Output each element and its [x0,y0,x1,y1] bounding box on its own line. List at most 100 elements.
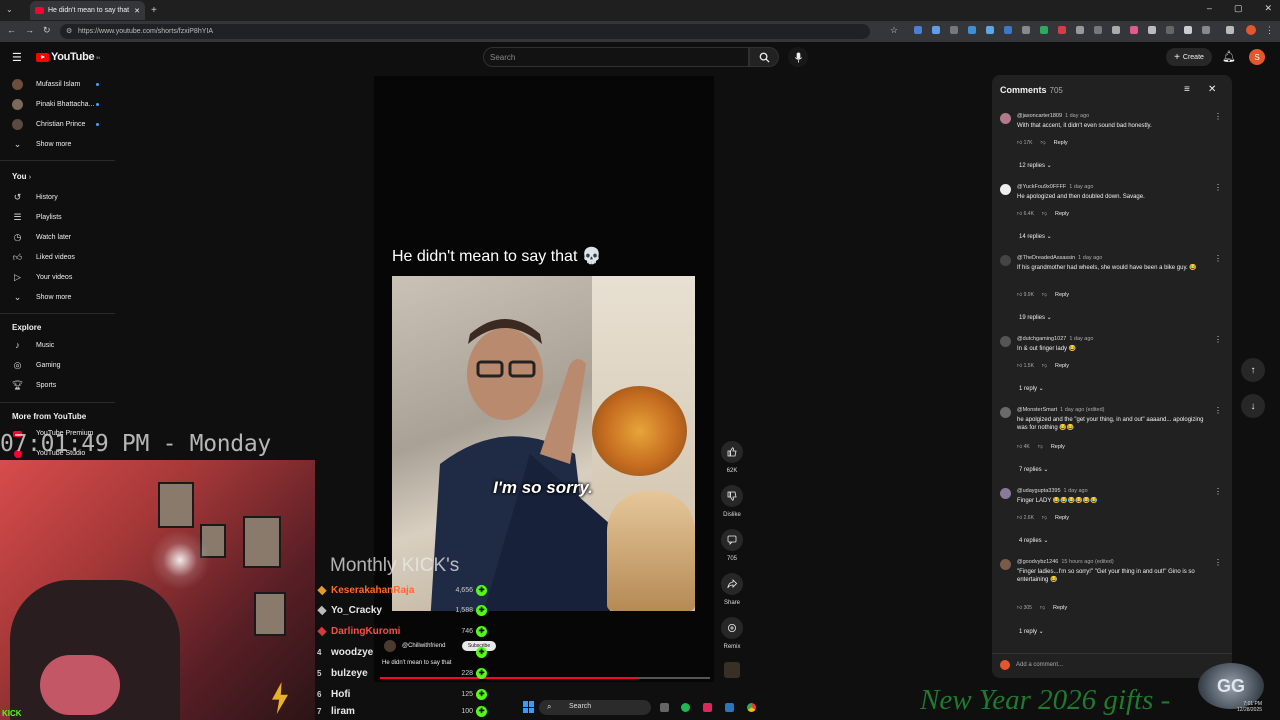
sidebar-item-history[interactable]: ↺ History [0,187,115,207]
comment-author[interactable]: @udaygupta3395 1 day ago [1017,488,1088,494]
chrome-icon[interactable] [747,703,756,712]
voice-search-button[interactable] [788,47,808,67]
sidebar-show-more-subscriptions[interactable]: ⌄ Show more [0,134,115,154]
new-tab-icon[interactable]: + [151,5,157,16]
like-comment-button[interactable]: 👍︎ 305 [1017,605,1032,611]
dislike-comment-icon[interactable]: 👎︎ [1038,444,1043,450]
dislike-button[interactable]: Dislike [720,485,744,518]
sidebar-item-gaming[interactable]: ◎ Gaming [0,355,115,375]
browser-menu-icon[interactable]: ⋮ [1265,25,1274,36]
comment-author[interactable]: @goodvybz1246 15 hours ago (edited) [1017,559,1114,565]
profile-avatar-icon[interactable] [1246,25,1256,35]
more-options-icon[interactable]: ⋮ [1214,183,1222,192]
remix-button[interactable]: Remix [720,617,744,650]
sidebar-item-pinaki-bhattacharya[interactable]: Pinaki Bhattacha... [0,94,115,114]
like-button[interactable]: 62K [720,441,744,474]
extension-icon[interactable] [932,26,940,34]
dislike-comment-icon[interactable]: 👎︎ [1041,140,1046,146]
extension-icon[interactable] [1166,26,1174,34]
comments-button[interactable]: 705 [720,529,744,562]
task-view-icon[interactable] [660,703,669,712]
download-icon[interactable] [1226,26,1234,34]
reply-button[interactable]: Reply [1053,605,1067,611]
reply-button[interactable]: Reply [1055,515,1069,521]
like-comment-button[interactable]: 👍︎ 1.5K [1017,363,1034,369]
extensions-puzzle-icon[interactable] [1184,26,1192,34]
window-close-icon[interactable]: ✕ [1264,3,1272,14]
extension-icon[interactable] [1148,26,1156,34]
add-comment-field[interactable]: Add a comment... [1000,660,1063,670]
steam-icon[interactable] [725,703,734,712]
previous-short-button[interactable]: ↑ [1241,358,1265,382]
comment-author[interactable]: @jasoncarter1809 1 day ago [1017,113,1089,119]
close-comments-icon[interactable]: ✕ [1208,84,1216,95]
more-options-icon[interactable]: ⋮ [1214,406,1222,415]
app-icon[interactable] [703,703,712,712]
create-button[interactable]: + Create [1166,48,1212,66]
view-replies-button[interactable]: 1 reply ⌄ [1019,628,1044,635]
bookmark-star-icon[interactable]: ☆ [890,25,898,36]
windows-start-icon[interactable] [523,701,535,713]
sound-thumbnail[interactable] [724,662,740,678]
view-replies-button[interactable]: 4 replies ⌄ [1019,537,1048,544]
sidebar-item-playlists[interactable]: ☰ Playlists [0,207,115,227]
reply-button[interactable]: Reply [1055,363,1069,369]
sidebar-item-watch-later[interactable]: ◷ Watch later [0,227,115,247]
sidebar-item-liked-videos[interactable]: 👍︎ Liked videos [0,247,115,267]
notifications-bell-icon[interactable]: 🔔︎ [1222,50,1236,63]
view-replies-button[interactable]: 1 reply ⌄ [1019,385,1044,392]
search-button[interactable] [749,47,779,67]
reply-button[interactable]: Reply [1055,211,1069,217]
dislike-comment-icon[interactable]: 👎︎ [1042,211,1047,217]
reload-icon[interactable]: ↻ [43,25,51,36]
like-comment-button[interactable]: 👍︎ 4K [1017,444,1030,450]
maximize-icon[interactable]: ▢ [1234,3,1243,14]
extension-icon[interactable] [1094,26,1102,34]
youtube-logo[interactable]: YouTube IN [36,51,100,63]
comment-author[interactable]: @YuckFou9x0FFFF 1 day ago [1017,184,1093,190]
dislike-comment-icon[interactable]: 👎︎ [1042,363,1047,369]
extension-icon[interactable] [914,26,922,34]
spotify-icon[interactable] [681,703,690,712]
sort-comments-icon[interactable]: ≡ [1184,84,1190,95]
extension-icon[interactable] [1022,26,1030,34]
extension-icon[interactable] [968,26,976,34]
comment-author[interactable]: @TheDreadedAssassin 1 day ago [1017,255,1102,261]
extension-icon[interactable] [950,26,958,34]
reply-button[interactable]: Reply [1051,444,1065,450]
dislike-comment-icon[interactable]: 👎︎ [1040,605,1045,611]
comment-author[interactable]: @dutchgaming1027 1 day ago [1017,336,1093,342]
close-tab-icon[interactable]: ✕ [134,7,140,15]
like-comment-button[interactable]: 👍︎ 9.9K [1017,292,1034,298]
share-button[interactable]: Share [720,573,744,606]
sidebar-show-more-you[interactable]: ⌄ Show more [0,287,115,307]
sidebar-item-mufassil-islam[interactable]: Mufassil Islam [0,74,115,94]
extension-icon[interactable] [1076,26,1084,34]
like-comment-button[interactable]: 👍︎ 17K [1017,140,1033,146]
tab-search-icon[interactable]: ⌄ [6,5,13,14]
dislike-comment-icon[interactable]: 👎︎ [1042,292,1047,298]
more-options-icon[interactable]: ⋮ [1214,112,1222,121]
view-replies-button[interactable]: 7 replies ⌄ [1019,466,1048,473]
sidebar-item-music[interactable]: ♪ Music [0,335,115,355]
view-replies-button[interactable]: 12 replies ⌄ [1019,162,1052,169]
next-short-button[interactable]: ↓ [1241,394,1265,418]
like-comment-button[interactable]: 👍︎ 2.6K [1017,515,1034,521]
comment-author[interactable]: @MonsterSmart 1 day ago (edited) [1017,407,1104,413]
more-options-icon[interactable]: ⋮ [1214,335,1222,344]
site-info-icon[interactable]: ⚙ [66,27,72,35]
url-field[interactable]: ⚙ https://www.youtube.com/shorts/fzxiP8h… [60,24,870,39]
dislike-comment-icon[interactable]: 👎︎ [1042,515,1047,521]
search-input[interactable]: Search [483,47,749,67]
account-avatar[interactable]: S [1249,49,1265,65]
reply-button[interactable]: Reply [1055,292,1069,298]
browser-tab[interactable]: He didn't mean to say that ✕ [30,1,145,20]
extension-icon[interactable] [1040,26,1048,34]
extension-icon[interactable] [1058,26,1066,34]
sidebar-item-sports[interactable]: 🏆︎ Sports [0,375,115,395]
view-replies-button[interactable]: 19 replies ⌄ [1019,314,1052,321]
reply-button[interactable]: Reply [1054,140,1068,146]
extension-icon[interactable] [986,26,994,34]
more-options-icon[interactable]: ⋮ [1214,254,1222,263]
like-comment-button[interactable]: 👍︎ 6.4K [1017,211,1034,217]
